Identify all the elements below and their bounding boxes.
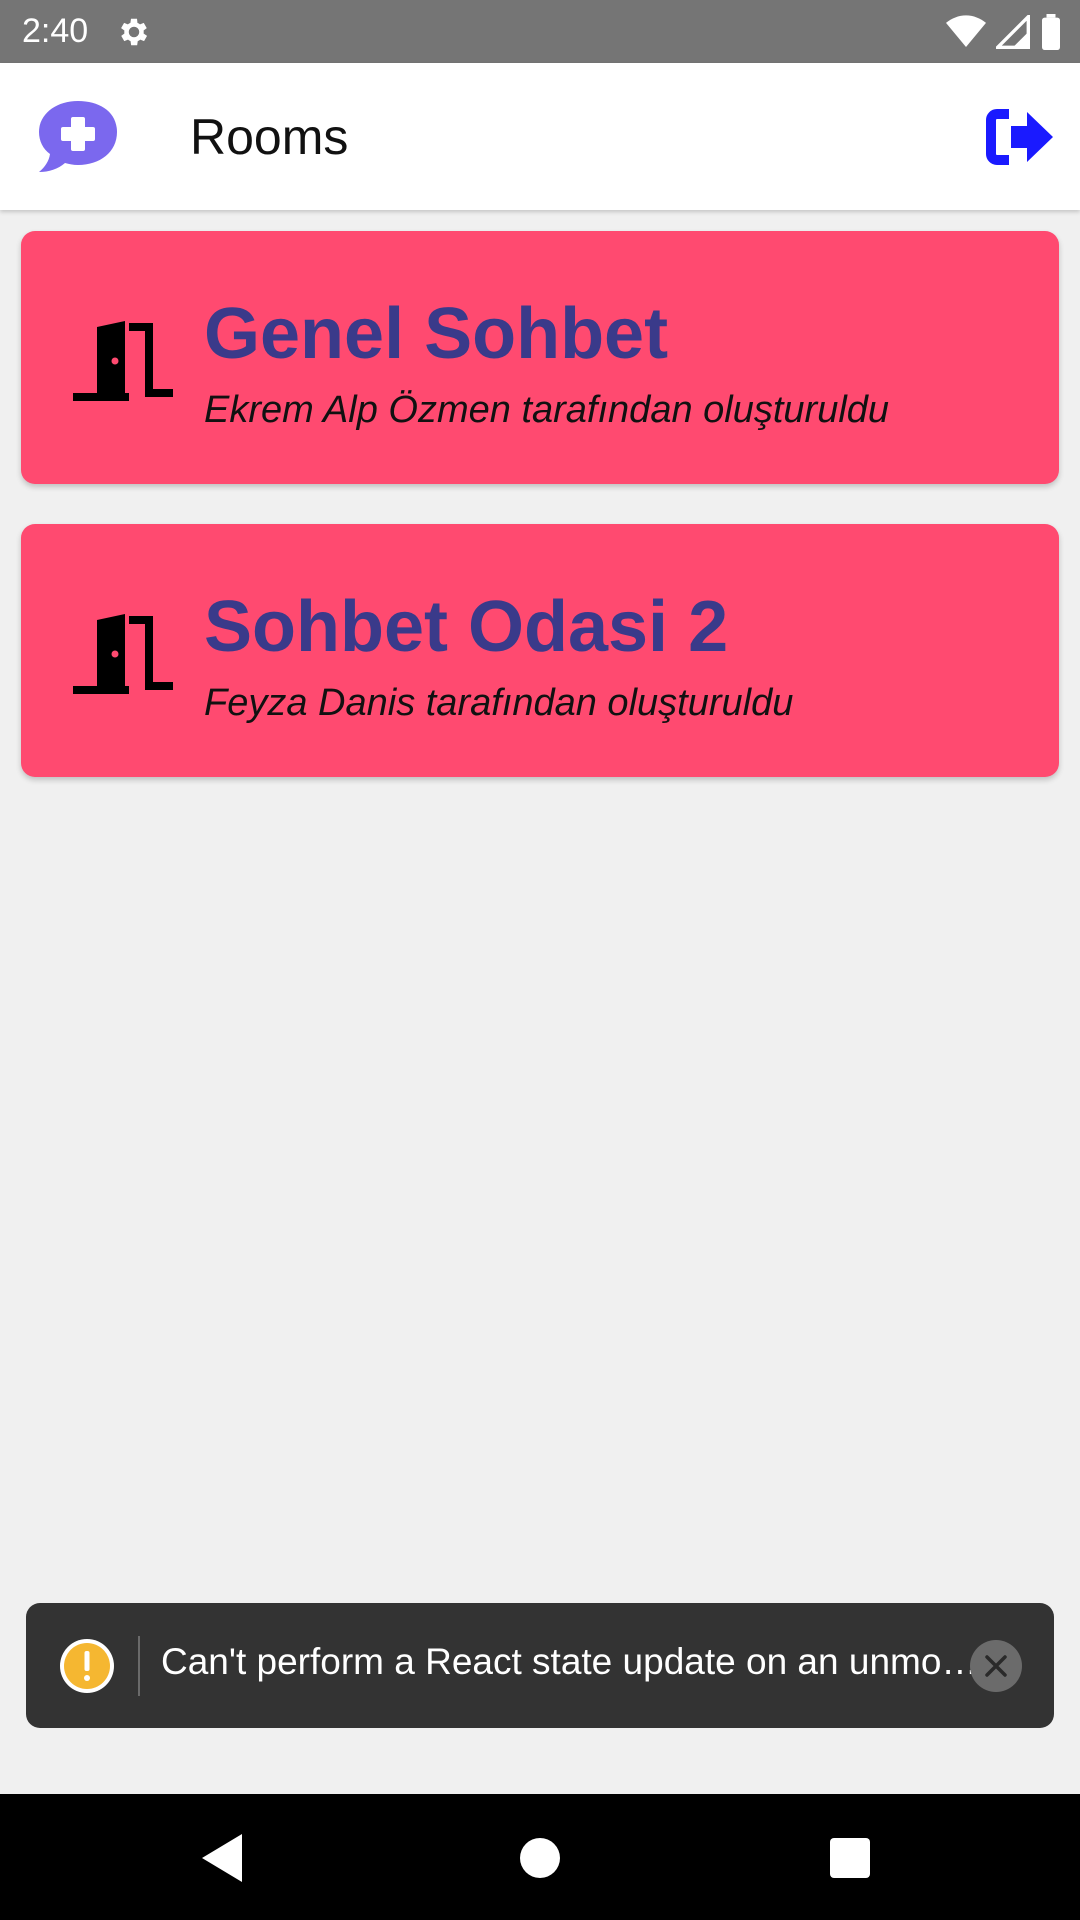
page-title: Rooms: [190, 109, 349, 165]
warning-toast[interactable]: Can't perform a React state update on an…: [26, 1603, 1054, 1728]
battery-icon: [1042, 13, 1060, 50]
chat-plus-icon[interactable]: [36, 99, 120, 175]
recents-icon[interactable]: [830, 1838, 870, 1878]
home-icon[interactable]: [520, 1838, 560, 1878]
app-bar: Rooms: [0, 63, 1080, 210]
logout-icon[interactable]: [985, 107, 1055, 167]
room-card[interactable]: Genel Sohbet Ekrem Alp Özmen tarafından …: [21, 231, 1059, 484]
back-icon[interactable]: [202, 1834, 246, 1882]
toast-message: Can't perform a React state update on an…: [161, 1641, 979, 1682]
close-icon[interactable]: [970, 1640, 1022, 1692]
status-time: 2:40: [22, 12, 89, 50]
warning-icon: [60, 1639, 114, 1693]
room-name: Genel Sohbet: [204, 294, 669, 374]
door-icon: [73, 614, 173, 694]
wifi-icon: [946, 14, 986, 47]
settings-icon: [121, 18, 148, 45]
room-creator: Feyza Danis tarafından oluşturuldu: [204, 682, 794, 724]
toast-divider: [138, 1636, 140, 1696]
door-icon: [73, 321, 173, 401]
room-card[interactable]: Sohbet Odasi 2 Feyza Danis tarafından ol…: [21, 524, 1059, 777]
navigation-bar: [0, 1794, 1080, 1920]
signal-icon: [996, 14, 1030, 49]
status-bar: 2:40: [0, 0, 1080, 63]
room-name: Sohbet Odasi 2: [204, 587, 729, 667]
room-creator: Ekrem Alp Özmen tarafından oluşturuldu: [204, 389, 890, 431]
